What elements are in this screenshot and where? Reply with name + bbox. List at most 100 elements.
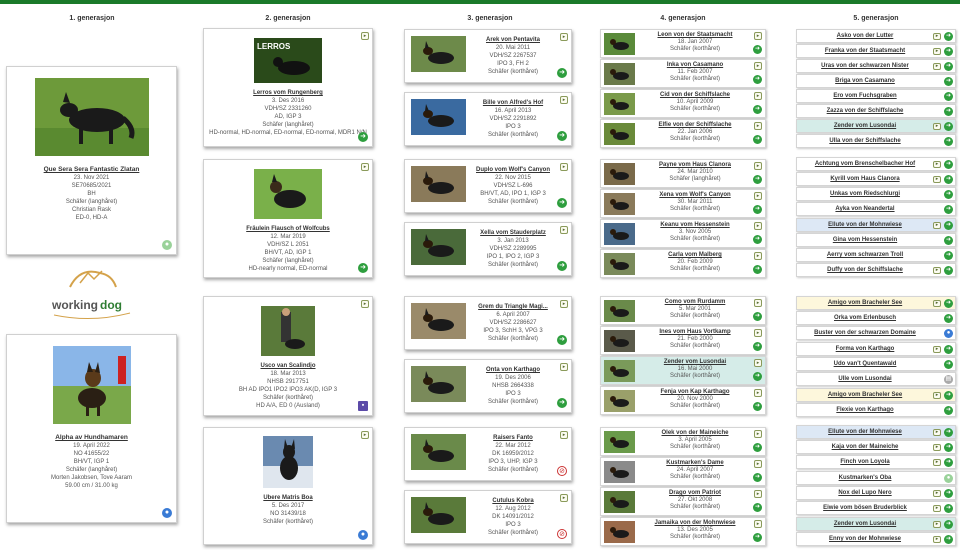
arrow-badge-icon[interactable]: ➜ bbox=[944, 428, 953, 437]
dog-row-gen5[interactable]: Finch von Loyola ▸ ➜ bbox=[796, 455, 956, 469]
arrow-badge-icon[interactable]: ➜ bbox=[944, 221, 953, 230]
dog-name[interactable]: Ellute von der Mohnwiese bbox=[828, 222, 902, 228]
dog-row-gen4[interactable]: Keanu vom Hessenstein 3. Nov 2005 Schäfe… bbox=[600, 219, 766, 248]
dog-name[interactable]: Fenja von Kap Karthago bbox=[639, 389, 751, 396]
dog-row-gen5[interactable]: Uras von der schwarzen Nister ▸ ➜ bbox=[796, 59, 956, 73]
dog-name[interactable]: Kustmarken's Oba bbox=[839, 475, 892, 481]
dog-row-gen4[interactable]: Inka von Casamano 11. Feb 2007 Schäfer (… bbox=[600, 59, 766, 88]
dog-name[interactable]: Ulle vom Lusondai bbox=[838, 376, 891, 382]
arrow-badge-icon[interactable]: ➜ bbox=[944, 391, 953, 400]
video-play-icon[interactable]: ▸ bbox=[933, 490, 941, 497]
video-play-icon[interactable]: ▸ bbox=[933, 444, 941, 451]
dog-row-gen5[interactable]: Kyrill vom Haus Clanora ▸ ➜ bbox=[796, 172, 956, 186]
dog-name[interactable]: Briga von Casamano bbox=[835, 78, 895, 84]
dog-name[interactable]: Eiwie vom bösen Bruderblick bbox=[823, 505, 907, 511]
arrow-badge-icon[interactable]: ➜ bbox=[944, 299, 953, 308]
dog-card-gen3[interactable]: Duplo vom Wolf's Canyon 22. Nov 2015 VDH… bbox=[404, 159, 572, 213]
arrow-badge-icon[interactable]: ➜ bbox=[944, 266, 953, 275]
video-play-icon[interactable]: ▸ bbox=[933, 521, 941, 528]
dog-name[interactable]: Cid von der Schiffslache bbox=[639, 92, 751, 99]
dog-name[interactable]: Zazza von der Schiffslache bbox=[827, 108, 904, 114]
arrow-badge-icon[interactable]: ➜ bbox=[944, 122, 953, 131]
dog-name[interactable]: Aerry vom schwarzen Troll bbox=[827, 252, 903, 258]
video-play-icon[interactable]: ▸ bbox=[560, 226, 568, 234]
video-play-icon[interactable]: ▸ bbox=[754, 62, 762, 70]
dog-row-gen5[interactable]: Ulla von der Schiffslache ➜ bbox=[796, 134, 956, 148]
arrow-badge-icon[interactable]: ➜ bbox=[753, 342, 762, 351]
dog-row-gen5[interactable]: Forma von Karthago ▸ ➜ bbox=[796, 342, 956, 356]
arrow-badge-icon[interactable]: ➜ bbox=[753, 75, 762, 84]
dog-row-gen5[interactable]: Kustmarken's Oba ● bbox=[796, 471, 956, 485]
dog-row-gen5[interactable]: Ayka von Neandertal ➜ bbox=[796, 202, 956, 216]
video-play-icon[interactable]: ▸ bbox=[933, 176, 941, 183]
owner-badge-icon[interactable]: ● bbox=[162, 240, 172, 250]
video-play-icon[interactable]: ▸ bbox=[933, 300, 941, 307]
dog-row-gen5[interactable]: Aerry vom schwarzen Troll ➜ bbox=[796, 248, 956, 262]
video-play-icon[interactable]: ▸ bbox=[933, 222, 941, 229]
dog-row-gen4[interactable]: Jamaika von der Mohnwiese 13. Des 2005 S… bbox=[600, 517, 766, 546]
dog-name[interactable]: Zender vom Lusondai bbox=[639, 359, 751, 366]
arrow-badge-icon[interactable]: ➜ bbox=[753, 473, 762, 482]
dog-name[interactable]: Lerros vom Rungenberg bbox=[204, 89, 372, 97]
dog-name[interactable]: Uras von der schwarzen Nister bbox=[821, 63, 909, 69]
dog-name[interactable]: Jamaika von der Mohnwiese bbox=[639, 520, 751, 527]
dog-row-gen5[interactable]: Kaja von der Maineiche ▸ ➜ bbox=[796, 440, 956, 454]
video-play-icon[interactable]: ▸ bbox=[933, 48, 941, 55]
arrow-badge-icon[interactable]: ➜ bbox=[944, 520, 953, 529]
club-badge-icon[interactable]: ▪ bbox=[358, 401, 368, 411]
video-play-icon[interactable]: ▸ bbox=[560, 494, 568, 502]
video-play-icon[interactable]: ▸ bbox=[560, 431, 568, 439]
arrow-badge-icon[interactable]: ➜ bbox=[753, 235, 762, 244]
dog-row-gen5[interactable]: Unkas vom Riedschlurgi ➜ bbox=[796, 187, 956, 201]
arrow-badge-icon[interactable]: ➜ bbox=[944, 251, 953, 260]
dog-name[interactable]: Arek von Pentavita bbox=[469, 36, 557, 44]
dog-row-gen4[interactable]: Carla vom Malberg 20. Feb 2009 Schäfer (… bbox=[600, 249, 766, 278]
dog-name[interactable]: Amigo vom Bracheler See bbox=[828, 392, 902, 398]
arrow-badge-icon[interactable]: ➜ bbox=[557, 198, 567, 208]
dog-name[interactable]: Kyrill vom Haus Clanora bbox=[830, 176, 899, 182]
owner-badge-icon[interactable]: ● bbox=[944, 474, 953, 483]
video-play-icon[interactable]: ▸ bbox=[933, 346, 941, 353]
video-play-icon[interactable]: ▸ bbox=[933, 429, 941, 436]
dog-name[interactable]: Ubere Matris Boa bbox=[204, 494, 372, 502]
dog-row-gen5[interactable]: Ellute von der Mohnwiese ▸ ➜ bbox=[796, 425, 956, 439]
video-play-icon[interactable]: ▸ bbox=[361, 300, 369, 308]
video-play-icon[interactable]: ▸ bbox=[754, 32, 762, 40]
dog-card-gen3[interactable]: Raisers Fanto 22. Mar 2012 DK 16959/2012… bbox=[404, 427, 572, 481]
arrow-badge-icon[interactable]: ➜ bbox=[753, 312, 762, 321]
dog-row-gen4[interactable]: Como vom Rurdamm 5. Mar 2001 Schäfer (ko… bbox=[600, 296, 766, 325]
arrow-badge-icon[interactable]: ➜ bbox=[753, 402, 762, 411]
dog-row-gen4[interactable]: Cid von der Schiffslache 10. April 2009 … bbox=[600, 89, 766, 118]
arrow-badge-icon[interactable]: ➜ bbox=[753, 45, 762, 54]
arrow-badge-icon[interactable]: ➜ bbox=[944, 92, 953, 101]
dog-row-gen5[interactable]: Ero vom Fuchsgraben ➜ bbox=[796, 89, 956, 103]
dog-name[interactable]: Achtung vom Brenschelbacher Hof bbox=[815, 161, 915, 167]
arrow-badge-icon[interactable]: ➜ bbox=[753, 265, 762, 274]
arrow-badge-icon[interactable]: ➜ bbox=[944, 443, 953, 452]
arrow-badge-icon[interactable]: ➜ bbox=[358, 132, 368, 142]
arrow-badge-icon[interactable]: ➜ bbox=[753, 105, 762, 114]
dog-row-gen4[interactable]: Elfie von der Schiffslache 22. Jan 2006 … bbox=[600, 119, 766, 148]
chart-badge-icon[interactable]: ▤ bbox=[944, 375, 953, 384]
dog-name[interactable]: Duplo vom Wolf's Canyon bbox=[469, 166, 557, 174]
arrow-badge-icon[interactable]: ➜ bbox=[944, 345, 953, 354]
dog-card-gen2[interactable]: ▸ Usco van Scalindjo 18. Mar 2013 NHSB 2… bbox=[203, 296, 373, 416]
dog-name[interactable]: Payne vom Haus Clanora bbox=[639, 162, 751, 169]
dog-name[interactable]: Drago vom Patriot bbox=[639, 490, 751, 497]
dog-card-gen2[interactable]: ▸ Ubere Matris Boa 5. Des 2017 NO 31439/… bbox=[203, 427, 373, 545]
dog-name[interactable]: Olek von der Maineiche bbox=[639, 430, 751, 437]
arrow-badge-icon[interactable]: ➜ bbox=[944, 458, 953, 467]
arrow-badge-icon[interactable]: ➜ bbox=[753, 175, 762, 184]
dog-row-gen5[interactable]: Zender vom Lusondai ▸ ➜ bbox=[796, 119, 956, 133]
dog-row-gen5[interactable]: Enny von der Mohnwiese ▸ ➜ bbox=[796, 532, 956, 546]
dog-row-gen4[interactable]: Olek von der Maineiche 3. April 2005 Sch… bbox=[600, 427, 766, 456]
dog-name[interactable]: Usco van Scalindjo bbox=[204, 362, 372, 370]
dog-name[interactable]: Ayka von Neandertal bbox=[835, 206, 894, 212]
dog-name[interactable]: Alpha av Hundhamaren bbox=[7, 434, 176, 442]
arrow-badge-icon[interactable]: ➜ bbox=[753, 205, 762, 214]
arrow-badge-icon[interactable]: ➜ bbox=[944, 406, 953, 415]
dog-name[interactable]: Xena vom Wolf's Canyon bbox=[639, 192, 751, 199]
video-play-icon[interactable]: ▸ bbox=[933, 33, 941, 40]
video-play-icon[interactable]: ▸ bbox=[754, 92, 762, 100]
video-play-icon[interactable]: ▸ bbox=[560, 300, 568, 308]
